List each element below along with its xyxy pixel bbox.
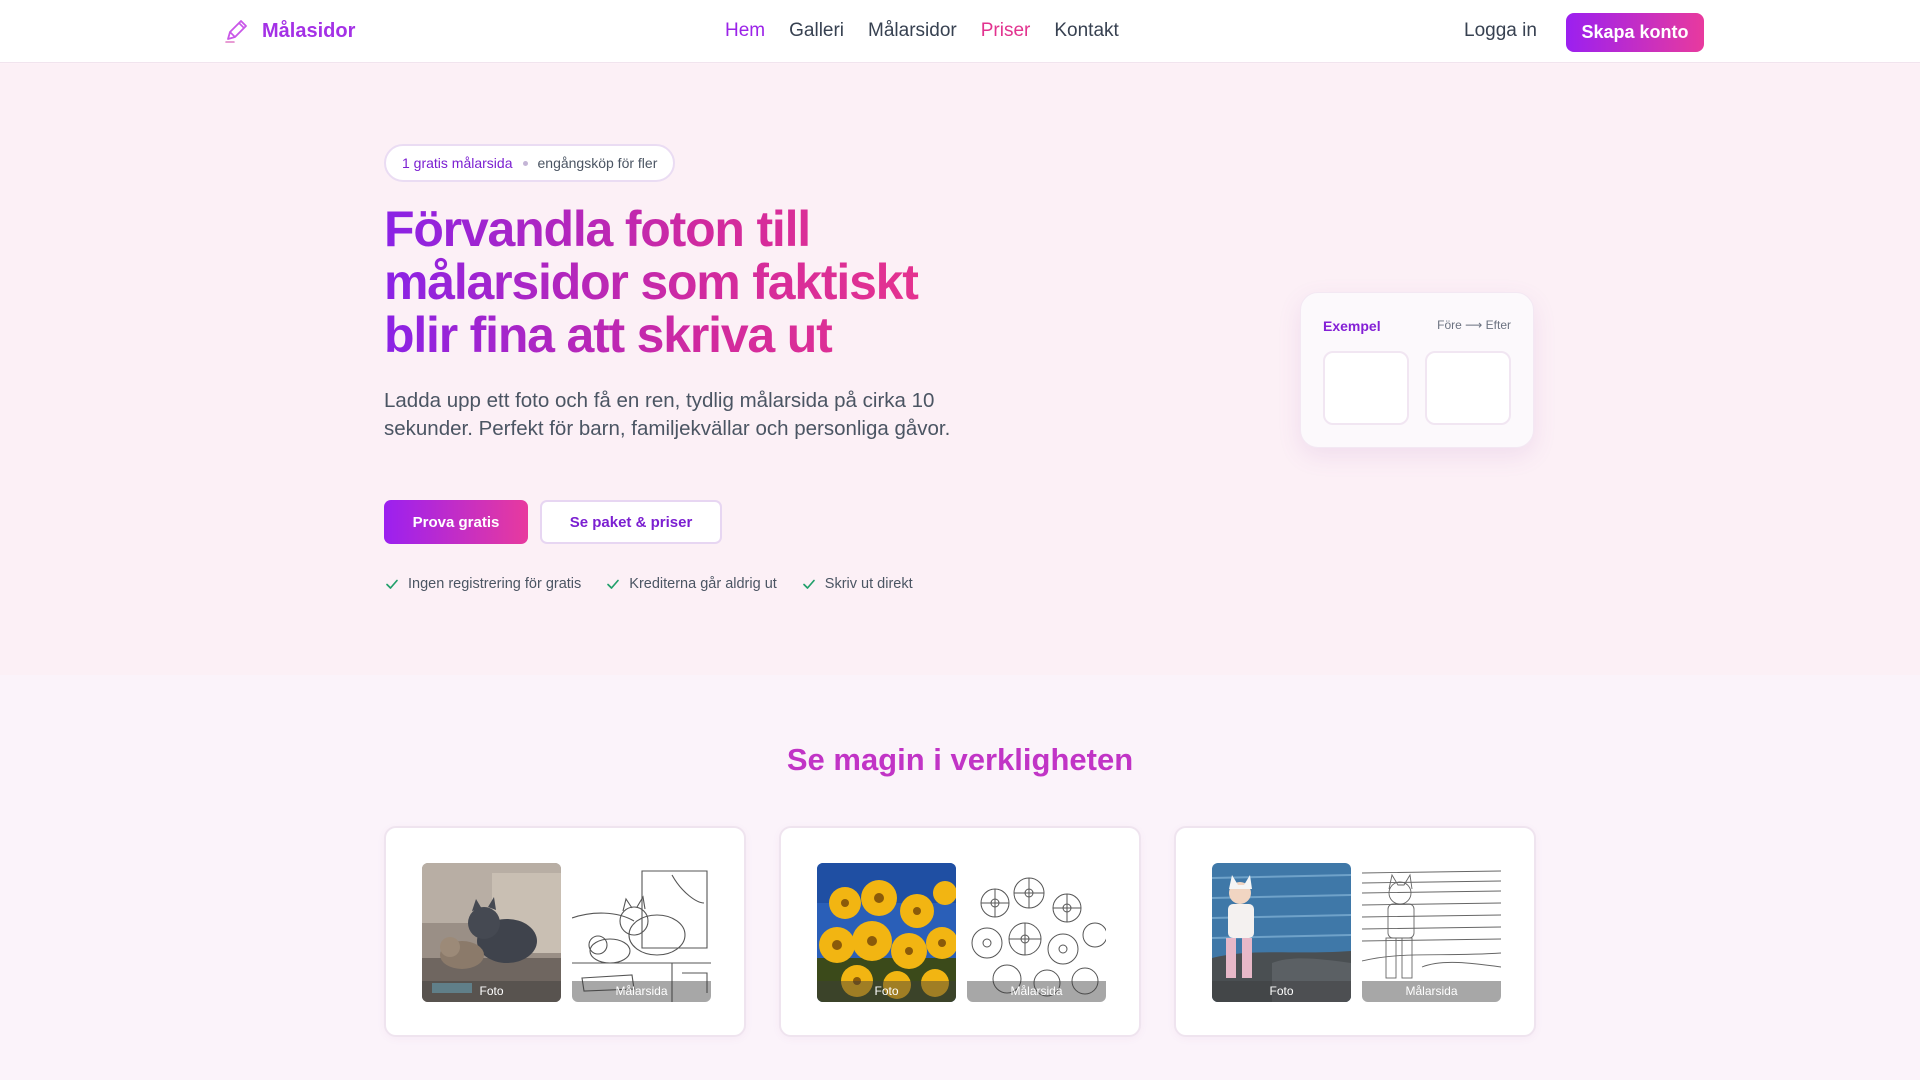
coloring-thumbnail: Målarsida [967,863,1106,1002]
coloring-label: Målarsida [1362,981,1501,1002]
brand[interactable]: Målasidor [222,17,355,45]
nav-link-gallery[interactable]: Galleri [789,20,844,42]
see-pricing-button[interactable]: Se paket & priser [540,500,722,544]
showcase-title: Se magin i verkligheten [786,742,1134,777]
brand-name: Målasidor [262,19,356,42]
showcase-card-cats: Foto Målarsida [384,826,746,1037]
benefit-label: Ingen registrering för gratis [408,576,582,592]
offer-pill-secondary: engångsköp för fler [537,155,658,171]
benefit-item: Krediterna går aldrig ut [605,576,777,592]
signup-button[interactable]: Skapa konto [1566,13,1704,52]
photo-thumbnail: Foto [817,863,956,1002]
showcase-card-child: Foto Målarsida [1174,826,1536,1037]
photo-thumbnail: Foto [1212,863,1351,1002]
benefit-item: Skriv ut direkt [801,576,913,592]
check-icon [386,579,398,589]
photo-label: Foto [1212,981,1351,1002]
example-card-title: Exempel [1323,318,1381,334]
nav-link-contact[interactable]: Kontakt [1054,20,1118,42]
example-card: Exempel Före ⟶ Efter [1300,292,1534,448]
top-nav: Målasidor Hem Galleri Målarsidor Priser … [0,0,1920,63]
try-free-button[interactable]: Prova gratis [384,500,528,544]
coloring-thumbnail: Målarsida [572,863,711,1002]
login-link[interactable]: Logga in [1464,20,1537,42]
coloring-label: Målarsida [967,981,1106,1002]
benefit-label: Skriv ut direkt [824,576,913,592]
hero-section [0,64,1920,675]
nav-link-coloring-pages[interactable]: Målarsidor [868,20,957,42]
example-after-placeholder [1425,351,1511,425]
hero-headline: Förvandla foton till målarsidor som fakt… [384,203,964,362]
check-icon [802,579,815,589]
example-card-meta: Före ⟶ Efter [1437,318,1511,332]
benefit-item: Ingen registrering för gratis [384,576,581,592]
hero-lead: Ladda upp ett foto och få en ren, tydlig… [384,389,951,440]
pencil-icon [225,20,247,43]
coloring-label: Målarsida [572,981,711,1002]
example-before-placeholder [1323,351,1409,425]
photo-label: Foto [422,981,561,1002]
main-menu: Hem Galleri Målarsidor Priser Kontakt [725,20,1119,42]
showcase-card-flowers: Foto Målarsida [779,826,1141,1037]
pill-separator-dot [522,160,528,166]
photo-label: Foto [817,981,956,1002]
coloring-thumbnail: Målarsida [1362,863,1501,1002]
check-icon [607,579,620,589]
benefit-label: Krediterna går aldrig ut [629,576,777,592]
offer-pill-primary: 1 gratis målarsida [402,155,513,171]
nav-link-pricing[interactable]: Priser [981,20,1031,42]
photo-thumbnail: Foto [422,863,561,1002]
offer-pill: 1 gratis målarsida engångsköp för fler [384,144,676,182]
benefit-list: Ingen registrering för gratis Krediterna… [384,576,913,592]
nav-link-home[interactable]: Hem [725,20,765,42]
